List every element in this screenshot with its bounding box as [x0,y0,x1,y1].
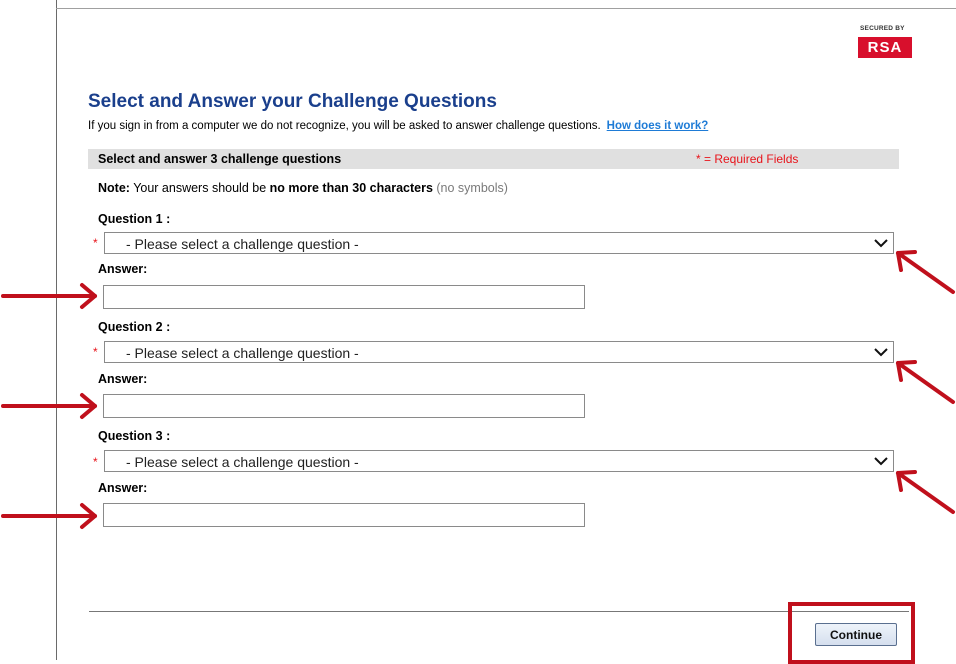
answer-2-input[interactable] [103,394,585,418]
note-text: Note: Your answers should be no more tha… [98,181,508,195]
question-3-selected: - Please select a challenge question - [126,454,359,470]
required-star: * [93,345,98,359]
answer-1-input[interactable] [103,285,585,309]
intro-text: If you sign in from a computer we do not… [88,120,708,132]
arrow-icon [1,393,97,419]
note-limit: no more than 30 characters [269,181,433,195]
section-label: Select and answer 3 challenge questions [98,152,342,166]
question-3-select[interactable]: - Please select a challenge question - [104,450,894,472]
answer-2-label: Answer: [98,372,148,386]
how-does-it-work-link[interactable]: How does it work? [607,120,709,132]
secured-by-label: SECURED BY [860,25,905,32]
note-body: Your answers should be [129,181,270,195]
question-2-select[interactable]: - Please select a challenge question - [104,341,894,363]
window-frame-top [56,8,956,9]
rsa-logo: RSA [858,37,912,58]
footer-divider [89,611,909,612]
continue-highlight-box [788,602,915,664]
question-3-label: Question 3 : [98,429,171,443]
answer-3-input[interactable] [103,503,585,527]
question-1-label: Question 1 : [98,212,171,226]
question-2-selected: - Please select a challenge question - [126,345,359,361]
answer-1-label: Answer: [98,262,148,276]
question-1-selected: - Please select a challenge question - [126,236,359,252]
note-suffix: (no symbols) [432,181,508,195]
page-title: Select and Answer your Challenge Questio… [88,91,497,112]
arrow-icon [1,283,97,309]
section-header: Select and answer 3 challenge questions … [88,149,899,169]
arrow-icon [896,250,955,294]
required-star: * [93,236,98,250]
required-star: * [93,455,98,469]
arrow-icon [896,360,955,404]
intro-message: If you sign in from a computer we do not… [88,120,601,132]
required-fields-note: * = Required Fields [696,152,799,166]
note-prefix: Note: [98,181,130,195]
chevron-down-icon [874,239,888,248]
answer-3-label: Answer: [98,481,148,495]
question-2-label: Question 2 : [98,320,171,334]
chevron-down-icon [874,348,888,357]
arrow-icon [1,503,97,529]
question-1-select[interactable]: - Please select a challenge question - [104,232,894,254]
window-frame-left [56,0,57,660]
arrow-icon [896,470,955,514]
chevron-down-icon [874,457,888,466]
